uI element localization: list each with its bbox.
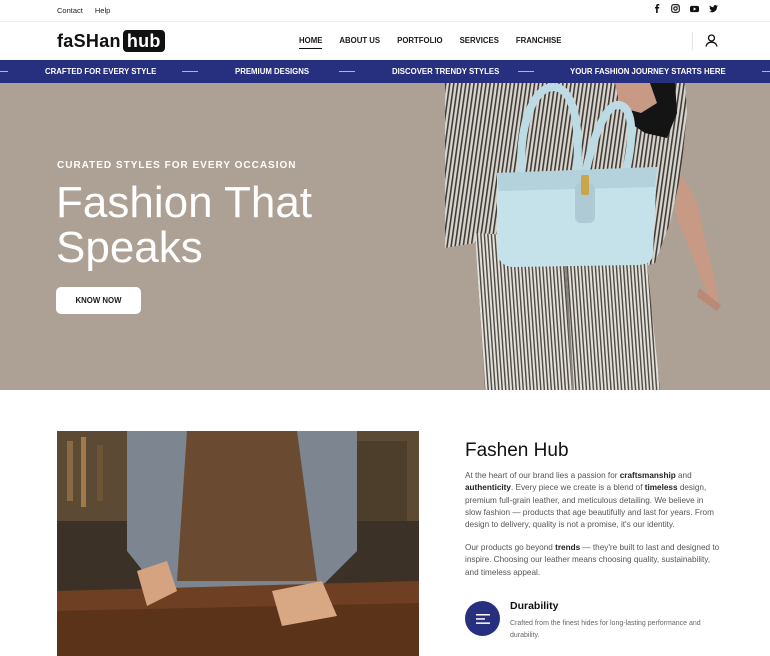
emphasis-text: trends <box>555 543 581 552</box>
utility-links: Contact Help <box>57 6 110 15</box>
nav-home[interactable]: HOME <box>299 36 323 49</box>
hero-kicker: CURATED STYLES FOR EVERY OCCASION <box>57 160 297 171</box>
facebook-icon[interactable] <box>652 4 661 13</box>
twitter-icon[interactable] <box>709 4 718 13</box>
contact-link[interactable]: Contact <box>57 6 83 15</box>
ticker-item: DISCOVER TRENDY STYLES <box>392 67 500 76</box>
ticker-separator <box>518 71 534 72</box>
nav-franchise[interactable]: FRANCHISE <box>516 36 561 45</box>
text-run: . Every piece we create is a blend of <box>510 483 645 493</box>
utility-bar: Contact Help <box>0 0 770 22</box>
ticker-item: YOUR FASHION JOURNEY STARTS HERE <box>570 67 726 76</box>
about-paragraph-1: At the heart of our brand lies a passion… <box>465 470 720 531</box>
nav-portfolio[interactable]: PORTFOLIO <box>397 36 442 45</box>
text-run: and <box>675 471 692 480</box>
text-run: At the heart of our brand lies a passion… <box>465 471 620 480</box>
help-link[interactable]: Help <box>95 6 110 15</box>
hero-model-image <box>445 83 721 390</box>
emphasis-text: craftsmanship <box>619 471 676 480</box>
logo-text-main: faSHan <box>57 30 121 51</box>
nav-services[interactable]: SERVICES <box>460 36 499 45</box>
announcement-ticker: CRAFTED FOR EVERY STYLE PREMIUM DESIGNS … <box>0 60 770 83</box>
ticker-separator <box>762 71 770 72</box>
hero-banner: CURATED STYLES FOR EVERY OCCASION Fashio… <box>0 83 770 390</box>
social-links <box>652 4 718 13</box>
menu-lines-icon <box>465 601 500 636</box>
youtube-icon[interactable] <box>690 4 699 13</box>
craftsman-illustration <box>57 431 419 656</box>
site-logo[interactable]: faSHan hub <box>57 30 165 52</box>
main-nav: HOME ABOUT US PORTFOLIO SERVICES FRANCHI… <box>299 36 561 49</box>
about-paragraph-2: Our products go beyond trends — they're … <box>465 542 720 579</box>
emphasis-text: authenticity <box>465 483 511 493</box>
know-now-button[interactable]: KNOW NOW <box>56 287 141 314</box>
feature-description: Crafted from the finest hides for long-l… <box>510 620 701 639</box>
ticker-separator <box>182 71 198 72</box>
header-divider <box>692 32 693 50</box>
ticker-item: PREMIUM DESIGNS <box>235 67 310 76</box>
ticker-separator <box>339 71 355 72</box>
text-run: Our products go beyond <box>465 543 556 552</box>
craftsman-photo <box>57 431 419 656</box>
hero-title: Fashion That Speaks <box>56 180 386 270</box>
logo-text-badge: hub <box>122 30 165 52</box>
hero-title-line-2: Speaks <box>56 223 203 272</box>
ticker-separator <box>0 71 8 72</box>
hero-title-line-1: Fashion That <box>56 178 313 227</box>
feature-title: Durability <box>510 600 559 612</box>
instagram-icon[interactable] <box>671 4 680 13</box>
about-title: Fashen Hub <box>465 440 569 461</box>
ticker-item: CRAFTED FOR EVERY STYLE <box>45 67 157 76</box>
emphasis-text: timeless <box>644 483 678 493</box>
user-icon[interactable] <box>705 34 718 47</box>
nav-about-us[interactable]: ABOUT US <box>339 36 380 45</box>
site-header: faSHan hub HOME ABOUT US PORTFOLIO SERVI… <box>0 22 770 60</box>
